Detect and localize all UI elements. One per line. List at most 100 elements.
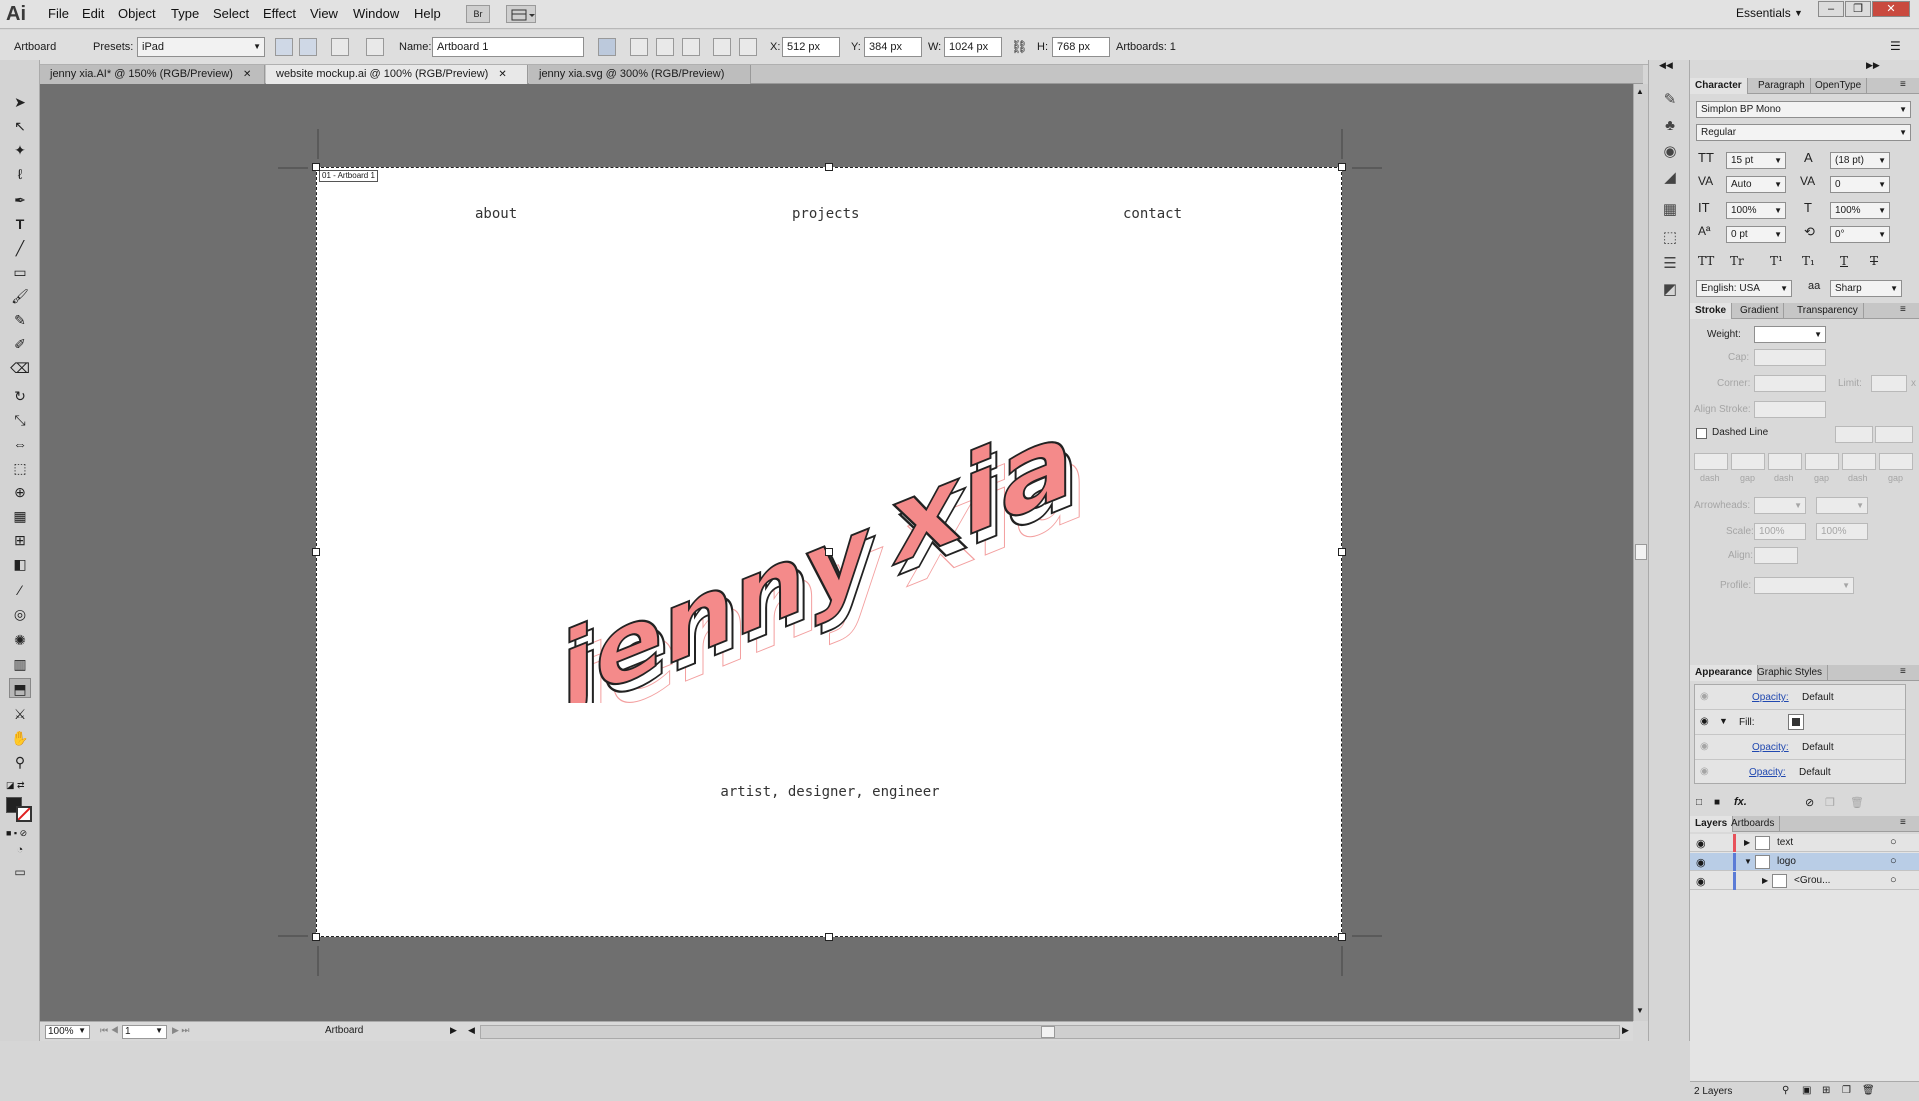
status-mode[interactable]: Artboard: [325, 1025, 363, 1036]
magic-wand-tool-icon[interactable]: ✦: [9, 140, 31, 160]
line-tool-icon[interactable]: ╱: [9, 238, 31, 258]
target-circle-icon[interactable]: ○: [1890, 836, 1897, 848]
restore-button[interactable]: ❐: [1845, 1, 1871, 17]
perspective-grid-tool-icon[interactable]: ▦: [9, 506, 31, 526]
color-mode-icons[interactable]: ■ ▪ ⊘: [6, 828, 34, 838]
reference-point-button[interactable]: [739, 38, 757, 56]
appearance-row[interactable]: ◉ Opacity: Default: [1695, 735, 1905, 760]
eraser-tool-icon[interactable]: ⌫: [9, 358, 31, 378]
slice-tool-icon[interactable]: ⚔: [9, 704, 31, 724]
layer-name[interactable]: text: [1777, 837, 1793, 848]
tab-graphic-styles[interactable]: Graphic Styles: [1752, 665, 1829, 681]
delete-artboard-button[interactable]: [366, 38, 384, 56]
scroll-left-icon[interactable]: ◀: [468, 1025, 475, 1036]
panel-menu-icon[interactable]: ≡: [1900, 79, 1906, 90]
arrow-end-scale-input[interactable]: 100%: [1816, 523, 1868, 540]
first-artboard-icon[interactable]: ⏮ ◀: [100, 1025, 119, 1036]
vertical-scale-input[interactable]: 100% ▼: [1726, 202, 1786, 219]
font-style-dropdown[interactable]: Regular ▼: [1696, 124, 1911, 141]
panel-menu-icon[interactable]: ≡: [1900, 304, 1906, 315]
panel-menu-icon[interactable]: ≡: [1900, 817, 1906, 828]
superscript-button[interactable]: T¹: [1770, 254, 1783, 268]
show-center-mark-button[interactable]: [630, 38, 648, 56]
scroll-down-icon[interactable]: ▼: [1636, 1006, 1644, 1015]
scroll-thumb[interactable]: [1041, 1026, 1055, 1038]
close-window-button[interactable]: ✕: [1872, 1, 1910, 17]
resize-handle[interactable]: [825, 163, 833, 171]
start-arrowhead-dropdown[interactable]: ▼: [1754, 497, 1806, 514]
workspace-chevron-icon[interactable]: ▼: [1794, 8, 1803, 18]
font-family-dropdown[interactable]: Simplon BP Mono ▼: [1696, 101, 1911, 118]
opacity-link[interactable]: Opacity:: [1752, 742, 1789, 753]
layer-row-text[interactable]: ◉ ▶ text ○: [1690, 834, 1919, 852]
layer-name[interactable]: <Grou...: [1794, 875, 1830, 886]
hand-tool-icon[interactable]: ✋: [9, 728, 31, 748]
baseline-shift-input[interactable]: 0 pt ▼: [1726, 226, 1786, 243]
target-circle-icon[interactable]: ○: [1890, 855, 1897, 867]
pathfinder-icon[interactable]: ◩: [1660, 280, 1680, 300]
menu-window[interactable]: Window: [353, 6, 399, 21]
layer-row-logo[interactable]: ◉ ▼ logo ○: [1690, 853, 1919, 871]
rectangle-tool-icon[interactable]: ▭: [9, 262, 31, 282]
menu-help[interactable]: Help: [414, 6, 441, 21]
paintbrush-tool-icon[interactable]: 🖌: [9, 286, 31, 306]
dash-align-button[interactable]: [1875, 426, 1913, 443]
show-video-safe-button[interactable]: [682, 38, 700, 56]
scroll-thumb[interactable]: [1635, 544, 1647, 560]
cap-buttons[interactable]: [1754, 349, 1826, 366]
delete-item-icon[interactable]: 🗑: [1850, 796, 1864, 809]
language-dropdown[interactable]: English: USA ▼: [1696, 280, 1792, 297]
type-tool-icon[interactable]: T: [9, 214, 31, 234]
gap-input-2[interactable]: [1805, 453, 1839, 470]
free-transform-tool-icon[interactable]: ⬚: [9, 458, 31, 478]
bridge-button[interactable]: Br: [466, 5, 490, 23]
x-input[interactable]: 512 px: [782, 37, 840, 57]
eye-icon[interactable]: ◉: [1696, 856, 1706, 869]
opacity-link[interactable]: Opacity:: [1749, 767, 1786, 778]
layer-name[interactable]: logo: [1777, 856, 1796, 867]
all-caps-button[interactable]: TT: [1698, 254, 1714, 268]
horizontal-scrollbar[interactable]: [480, 1025, 1620, 1039]
center-mark[interactable]: [825, 548, 833, 556]
stroke-swatch[interactable]: [16, 806, 32, 822]
swatches-icon[interactable]: ▦: [1660, 200, 1680, 220]
rotate-tool-icon[interactable]: ↻: [9, 386, 31, 406]
status-menu-icon[interactable]: ▶: [450, 1025, 457, 1036]
shape-builder-tool-icon[interactable]: ⊕: [9, 482, 31, 502]
end-arrowhead-dropdown[interactable]: ▼: [1816, 497, 1868, 514]
dashed-line-checkbox[interactable]: [1696, 428, 1707, 439]
strikethrough-button[interactable]: T: [1870, 254, 1878, 268]
tab-artboards[interactable]: Artboards: [1726, 816, 1781, 832]
appearance-row[interactable]: ◉ Opacity: Default: [1695, 760, 1905, 783]
eye-icon[interactable]: ◉: [1700, 766, 1709, 777]
profile-dropdown[interactable]: ▼: [1754, 577, 1854, 594]
clear-appearance-icon[interactable]: ⊘: [1805, 796, 1814, 809]
pencil-tool-icon[interactable]: ✎: [9, 310, 31, 330]
constrain-proportions-icon[interactable]: ⛓: [1011, 39, 1028, 55]
fill-swatch-button[interactable]: [1788, 714, 1804, 730]
resize-handle[interactable]: [1338, 933, 1346, 941]
duplicate-item-icon[interactable]: ❐: [1825, 796, 1835, 809]
artboard-options-button[interactable]: [713, 38, 731, 56]
brushes-icon[interactable]: ◉: [1660, 142, 1680, 162]
anti-aliasing-dropdown[interactable]: Sharp ▼: [1830, 280, 1902, 297]
tab-transparency[interactable]: Transparency: [1792, 303, 1864, 319]
dash-input-2[interactable]: [1768, 453, 1802, 470]
make-clipping-mask-icon[interactable]: ▣: [1802, 1085, 1811, 1096]
artboard-navigation-dropdown[interactable]: 1 ▼: [122, 1025, 167, 1039]
eye-icon[interactable]: ◉: [1700, 741, 1709, 752]
font-size-input[interactable]: 15 pt ▼: [1726, 152, 1786, 169]
gradient-tool-icon[interactable]: ◧: [9, 554, 31, 574]
layer-row-group[interactable]: ◉ ▶ <Grou... ○: [1690, 872, 1919, 890]
zoom-dropdown[interactable]: 100% ▼: [45, 1025, 90, 1039]
corner-buttons[interactable]: [1754, 375, 1826, 392]
close-tab-icon[interactable]: ✕: [243, 69, 251, 80]
resize-handle[interactable]: [1338, 548, 1346, 556]
tab-appearance[interactable]: Appearance: [1690, 665, 1759, 681]
symbols-icon[interactable]: ♣: [1660, 116, 1680, 136]
landscape-button[interactable]: [299, 38, 317, 56]
small-caps-button[interactable]: Tr: [1730, 254, 1744, 268]
artboard-name-input[interactable]: Artboard 1: [432, 37, 584, 57]
resize-handle[interactable]: [312, 933, 320, 941]
presets-dropdown[interactable]: iPad ▼: [137, 37, 265, 57]
